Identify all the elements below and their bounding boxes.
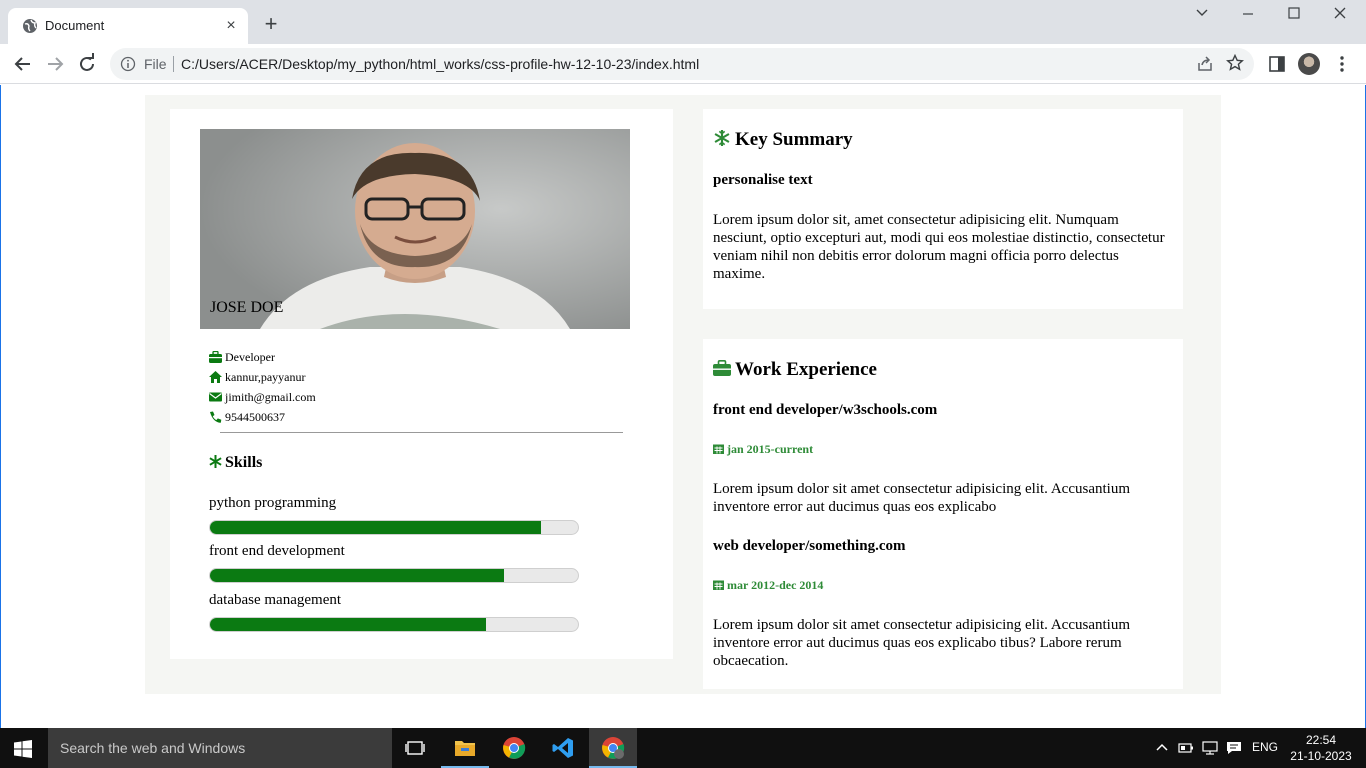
kebab-menu-icon[interactable] bbox=[1332, 54, 1352, 74]
phone-icon bbox=[210, 411, 222, 423]
info-row-location: kannur,payyanur bbox=[209, 369, 316, 389]
skill-bar-fill bbox=[210, 521, 542, 534]
clock-date: 21-10-2023 bbox=[1290, 749, 1352, 763]
url-text[interactable]: C:/Users/ACER/Desktop/my_python/html_wor… bbox=[181, 56, 699, 72]
page-viewport: JOSE DOE Developer kannur,payyanur jimit… bbox=[0, 85, 1366, 728]
skill-item: database management bbox=[209, 592, 580, 632]
work-card: Work Experience front end developer/w3sc… bbox=[703, 339, 1183, 689]
work-heading: Work Experience bbox=[713, 359, 877, 381]
info-row-job: Developer bbox=[209, 349, 316, 369]
bookmark-star-icon[interactable] bbox=[1226, 54, 1244, 72]
profile-card: JOSE DOE Developer kannur,payyanur jimit… bbox=[170, 109, 673, 659]
briefcase-icon bbox=[209, 351, 222, 363]
info-phone-text: 9544500637 bbox=[225, 410, 285, 424]
section-divider bbox=[220, 432, 623, 433]
summary-card: Key Summary personalise text Lorem ipsum… bbox=[703, 109, 1183, 309]
resume-container: JOSE DOE Developer kannur,payyanur jimit… bbox=[145, 95, 1221, 694]
skill-label: front end development bbox=[209, 543, 345, 559]
minimize-button[interactable] bbox=[1233, 6, 1263, 26]
new-tab-button[interactable]: + bbox=[260, 13, 282, 36]
address-bar[interactable]: File C:/Users/ACER/Desktop/my_python/htm… bbox=[110, 48, 1254, 80]
skills-title: Skills bbox=[225, 454, 263, 471]
profile-photo: JOSE DOE bbox=[200, 129, 630, 329]
profile-avatar[interactable] bbox=[1298, 53, 1320, 75]
skill-label: database management bbox=[209, 592, 342, 608]
job-dates: jan 2015-current bbox=[713, 442, 813, 457]
maximize-button[interactable] bbox=[1279, 6, 1309, 26]
job-dates-text: mar 2012-dec 2014 bbox=[727, 578, 824, 592]
job-dates-text: jan 2015-current bbox=[727, 442, 814, 456]
skill-bar-fill bbox=[210, 618, 486, 631]
notification-icon[interactable] bbox=[1226, 740, 1242, 756]
taskbar-clock[interactable]: 22:54 21-10-2023 bbox=[1290, 732, 1352, 764]
vscode-icon[interactable] bbox=[539, 728, 587, 768]
job-role: front end developer/w3schools.com bbox=[713, 402, 938, 418]
skill-bar bbox=[209, 568, 579, 583]
chrome-icon[interactable] bbox=[490, 728, 538, 768]
file-explorer-icon[interactable] bbox=[441, 728, 489, 768]
skill-bar bbox=[209, 617, 579, 632]
battery-icon[interactable] bbox=[1178, 741, 1194, 755]
job-description: Lorem ipsum dolor sit amet consectetur a… bbox=[713, 481, 1130, 515]
summary-subtitle: personalise text bbox=[713, 172, 813, 188]
info-job-text: Developer bbox=[225, 350, 275, 364]
tab-close-icon[interactable]: × bbox=[222, 17, 240, 35]
chevron-up-icon[interactable] bbox=[1155, 741, 1169, 755]
search-placeholder: Search the web and Windows bbox=[60, 740, 246, 756]
scheme-label: File bbox=[144, 56, 167, 72]
skill-bar-fill bbox=[210, 569, 505, 582]
calendar-icon bbox=[713, 580, 724, 590]
info-email-text: jimith@gmail.com bbox=[225, 390, 316, 404]
browser-titlebar: Document × + bbox=[0, 0, 1366, 44]
info-row-email: jimith@gmail.com bbox=[209, 389, 316, 409]
asterisk-icon bbox=[209, 455, 222, 468]
share-icon[interactable] bbox=[1196, 55, 1214, 73]
snowflake-icon bbox=[714, 130, 730, 146]
skills-heading: Skills bbox=[209, 454, 262, 472]
site-info-icon[interactable] bbox=[120, 56, 136, 72]
skill-label: python programming bbox=[209, 495, 337, 511]
omnibox-separator bbox=[173, 56, 174, 72]
side-panel-icon[interactable] bbox=[1267, 54, 1287, 74]
info-row-phone: 9544500637 bbox=[209, 409, 316, 429]
skill-item: python programming bbox=[209, 495, 580, 535]
browser-tab[interactable]: Document × bbox=[8, 8, 248, 44]
windows-taskbar: Search the web and Windows ENG 22:54 21-… bbox=[0, 728, 1366, 768]
job-dates: mar 2012-dec 2014 bbox=[713, 578, 823, 593]
work-title: Work Experience bbox=[735, 359, 877, 380]
clock-time: 22:54 bbox=[1305, 733, 1337, 747]
envelope-icon bbox=[209, 392, 222, 402]
back-arrow-icon[interactable] bbox=[11, 52, 35, 76]
taskbar-search-box[interactable]: Search the web and Windows bbox=[48, 728, 392, 768]
forward-arrow-icon[interactable] bbox=[43, 52, 67, 76]
tab-search-dropdown-icon[interactable] bbox=[1187, 6, 1217, 26]
job-description: Lorem ipsum dolor sit amet consectetur a… bbox=[713, 617, 1130, 669]
language-indicator[interactable]: ENG bbox=[1252, 740, 1278, 754]
briefcase-icon bbox=[713, 360, 731, 376]
summary-text: Lorem ipsum dolor sit, amet consectetur … bbox=[713, 212, 1165, 282]
browser-toolbar: File C:/Users/ACER/Desktop/my_python/htm… bbox=[0, 44, 1366, 84]
info-location-text: kannur,payyanur bbox=[225, 370, 306, 384]
summary-heading: Key Summary bbox=[713, 129, 853, 151]
task-view-icon[interactable] bbox=[392, 728, 440, 768]
chrome-active-window-icon[interactable] bbox=[589, 728, 637, 768]
network-icon[interactable] bbox=[1202, 740, 1218, 756]
globe-icon bbox=[23, 19, 37, 33]
windows-start-icon[interactable] bbox=[14, 740, 32, 758]
profile-name: JOSE DOE bbox=[210, 299, 284, 316]
contact-info: Developer kannur,payyanur jimith@gmail.c… bbox=[209, 349, 316, 429]
skill-item: front end development bbox=[209, 543, 580, 583]
reload-icon[interactable] bbox=[75, 52, 99, 76]
job-role: web developer/something.com bbox=[713, 538, 906, 554]
skill-bar bbox=[209, 520, 579, 535]
tab-title: Document bbox=[45, 18, 105, 33]
close-window-button[interactable] bbox=[1325, 6, 1355, 26]
calendar-icon bbox=[713, 444, 724, 454]
home-icon bbox=[209, 371, 222, 383]
summary-title: Key Summary bbox=[735, 129, 853, 150]
